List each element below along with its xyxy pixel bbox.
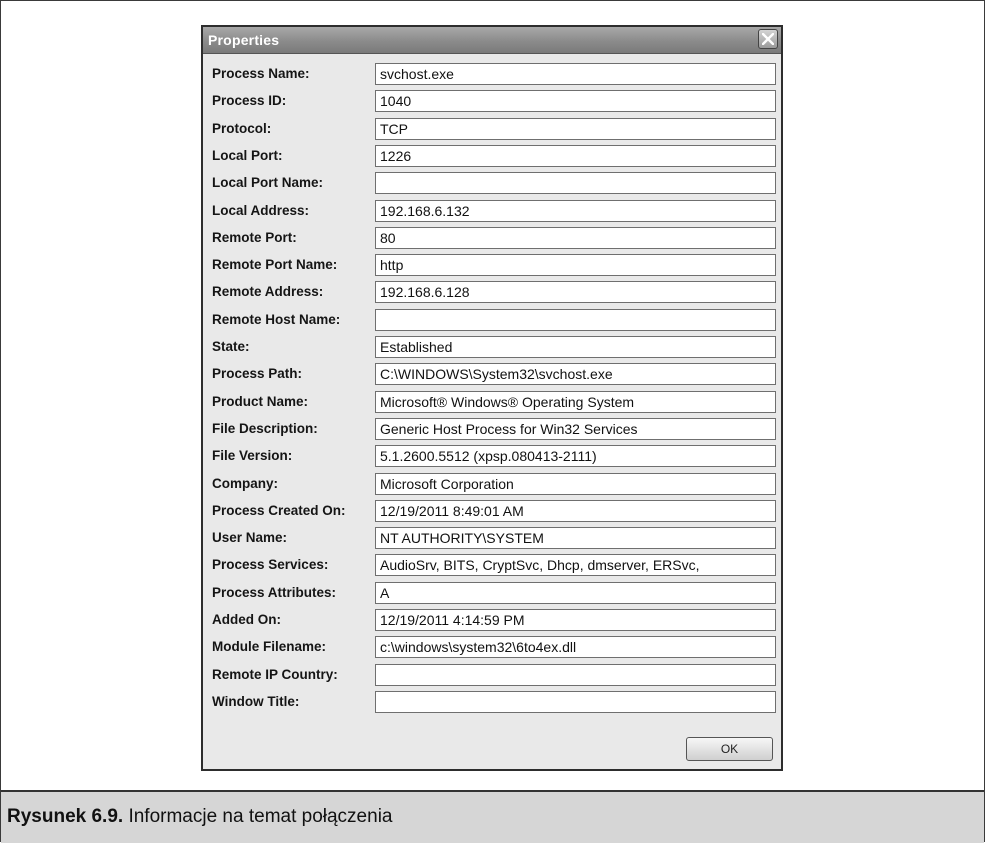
property-value-field[interactable]: [375, 664, 776, 686]
property-row: Process ID: 1040: [209, 90, 779, 112]
property-label: Process Attributes:: [212, 585, 337, 600]
property-row: Process Path: C:\WINDOWS\System32\svchost…: [209, 363, 779, 385]
property-label: Protocol:: [212, 121, 272, 136]
property-label: State:: [212, 339, 250, 354]
property-label: Process Name:: [212, 66, 310, 81]
caption-number: Rysunek 6.9.: [7, 806, 124, 827]
property-value-field[interactable]: http: [375, 254, 776, 276]
figure-caption-bar: Rysunek 6.9. Informacje na temat połącze…: [1, 790, 984, 843]
property-label: Remote Port:: [212, 230, 297, 245]
property-label: Remote Address:: [212, 284, 324, 299]
property-label: Remote Host Name:: [212, 312, 341, 327]
caption-text: Informacje na temat połączenia: [123, 806, 393, 827]
property-label: Company:: [212, 476, 279, 491]
property-value-field[interactable]: TCP: [375, 118, 776, 140]
title-bar[interactable]: Properties: [203, 27, 781, 54]
property-label: Process ID:: [212, 93, 287, 108]
property-label: Module Filename:: [212, 639, 327, 654]
property-value-field[interactable]: Generic Host Process for Win32 Services: [375, 418, 776, 440]
property-value-field[interactable]: c:\windows\system32\6to4ex.dll: [375, 636, 776, 658]
property-label: Process Services:: [212, 557, 329, 572]
property-value-field[interactable]: 1226: [375, 145, 776, 167]
property-label: Process Path:: [212, 366, 303, 381]
property-value-field[interactable]: 12/19/2011 4:14:59 PM: [375, 609, 776, 631]
property-row: File Description: Generic Host Process fo…: [209, 418, 779, 440]
property-label: Local Port:: [212, 148, 283, 163]
property-value-field[interactable]: A: [375, 582, 776, 604]
property-value-field[interactable]: 5.1.2600.5512 (xpsp.080413-2111): [375, 445, 776, 467]
ok-button[interactable]: OK: [686, 737, 773, 761]
property-row: Local Port Name:: [209, 172, 779, 194]
property-row: Company: Microsoft Corporation: [209, 473, 779, 495]
dialog-title: Properties: [208, 32, 280, 48]
property-value-field[interactable]: [375, 309, 776, 331]
property-value-field[interactable]: 192.168.6.128: [375, 281, 776, 303]
property-row: Remote Address: 192.168.6.128: [209, 281, 779, 303]
property-value-field[interactable]: Microsoft® Windows® Operating System: [375, 391, 776, 413]
property-row: Remote Port Name: http: [209, 254, 779, 276]
properties-dialog: Properties Process Name: svchost.exe Proce…: [201, 25, 783, 771]
property-row: Module Filename: c:\windows\system32\6to4…: [209, 636, 779, 658]
property-label: User Name:: [212, 530, 288, 545]
property-row: Remote IP Country:: [209, 664, 779, 686]
property-label: Added On:: [212, 612, 281, 627]
property-label: File Description:: [212, 421, 318, 436]
property-label: Remote IP Country:: [212, 667, 338, 682]
property-value-field[interactable]: NT AUTHORITY\SYSTEM: [375, 527, 776, 549]
property-row: Process Attributes: A: [209, 582, 779, 604]
close-button[interactable]: [758, 29, 778, 49]
property-row: Process Created On: 12/19/2011 8:49:01 AM: [209, 500, 779, 522]
property-row: Added On: 12/19/2011 4:14:59 PM: [209, 609, 779, 631]
property-row: State: Established: [209, 336, 779, 358]
property-row: Process Name: svchost.exe: [209, 63, 779, 85]
property-label: Local Address:: [212, 203, 310, 218]
property-value-field[interactable]: 12/19/2011 8:49:01 AM: [375, 500, 776, 522]
property-label: Window Title:: [212, 694, 300, 709]
figure-caption: Rysunek 6.9. Informacje na temat połącze…: [7, 806, 392, 828]
property-row: Process Services: AudioSrv, BITS, CryptSv…: [209, 554, 779, 576]
property-row: File Version: 5.1.2600.5512 (xpsp.080413-…: [209, 445, 779, 467]
property-label: File Version:: [212, 448, 293, 463]
property-value-field[interactable]: C:\WINDOWS\System32\svchost.exe: [375, 363, 776, 385]
property-value-field[interactable]: AudioSrv, BITS, CryptSvc, Dhcp, dmserver…: [375, 554, 776, 576]
property-row: Remote Port: 80: [209, 227, 779, 249]
close-icon: [762, 33, 774, 45]
property-value-field[interactable]: svchost.exe: [375, 63, 776, 85]
property-row: Protocol: TCP: [209, 118, 779, 140]
property-value-field[interactable]: 1040: [375, 90, 776, 112]
property-row: Remote Host Name:: [209, 309, 779, 331]
property-row: User Name: NT AUTHORITY\SYSTEM: [209, 527, 779, 549]
property-value-field[interactable]: Established: [375, 336, 776, 358]
property-label: Process Created On:: [212, 503, 346, 518]
property-label: Local Port Name:: [212, 175, 324, 190]
figure-frame: Properties Process Name: svchost.exe Proce…: [0, 0, 985, 843]
property-value-field[interactable]: 192.168.6.132: [375, 200, 776, 222]
property-value-field[interactable]: [375, 691, 776, 713]
property-label: Product Name:: [212, 394, 309, 409]
property-value-field[interactable]: 80: [375, 227, 776, 249]
property-row: Product Name: Microsoft® Windows® Operati…: [209, 391, 779, 413]
property-row: Local Port: 1226: [209, 145, 779, 167]
property-value-field[interactable]: Microsoft Corporation: [375, 473, 776, 495]
property-row: Local Address: 192.168.6.132: [209, 200, 779, 222]
property-row: Window Title:: [209, 691, 779, 713]
property-value-field[interactable]: [375, 172, 776, 194]
property-label: Remote Port Name:: [212, 257, 338, 272]
